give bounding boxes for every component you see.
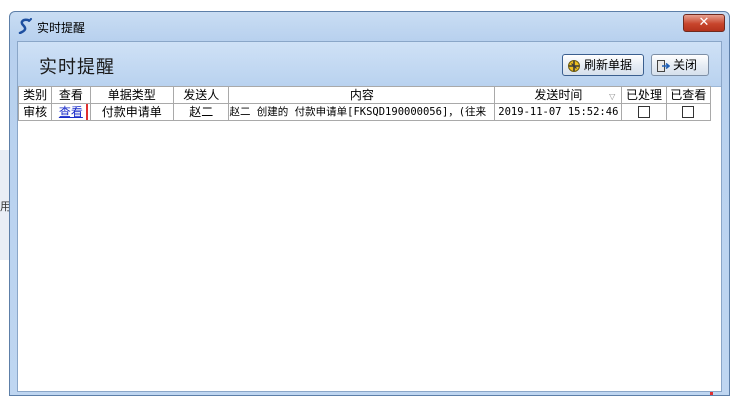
cell-time: 2019-11-07 15:52:46 xyxy=(494,103,623,121)
title-bar[interactable]: 实时提醒 ✕ xyxy=(10,12,729,40)
cell-sender: 赵二 xyxy=(173,103,230,121)
column-header-doc-type[interactable]: 单据类型 xyxy=(89,86,175,104)
column-header-viewed[interactable]: 已查看 xyxy=(665,86,712,104)
column-header-processed[interactable]: 已处理 xyxy=(621,86,667,104)
cell-doc-type: 付款申请单 xyxy=(89,103,175,121)
window-title: 实时提醒 xyxy=(37,21,86,35)
app-s-icon xyxy=(18,18,32,34)
marker-dot xyxy=(710,392,713,395)
refresh-button[interactable]: 刷新单据 xyxy=(562,54,644,76)
close-button-label: 关闭 xyxy=(673,58,698,72)
page-title: 实时提醒 xyxy=(39,57,115,78)
column-header-content[interactable]: 内容 xyxy=(228,86,496,104)
cell-viewed xyxy=(665,103,712,121)
refresh-button-label: 刷新单据 xyxy=(584,58,633,72)
client-area: 实时提醒 刷新单据 关闭 类别 查看 单据类型 发送人 内容 发送时间 ▽ 已处… xyxy=(17,41,722,392)
cell-category: 审核 xyxy=(17,103,53,121)
column-header-sender[interactable]: 发送人 xyxy=(173,86,230,104)
processed-checkbox[interactable] xyxy=(637,106,650,118)
refresh-icon xyxy=(568,59,580,72)
cell-content: 赵二 创建的 付款申请单[FKSQD190000056]，(往来 xyxy=(228,103,496,121)
cell-processed xyxy=(621,103,667,121)
alert-table: 类别 查看 单据类型 发送人 内容 发送时间 ▽ 已处理 已查看 审核 查看 付… xyxy=(17,86,712,121)
realtime-alert-window: 实时提醒 ✕ 实时提醒 刷新单据 关闭 类别 查看 单据类型 发送人 内容 发送… xyxy=(9,11,730,396)
table-row[interactable]: 审核 查看 付款申请单 赵二 赵二 创建的 付款申请单[FKSQD1900000… xyxy=(17,103,712,121)
alert-table-area: 类别 查看 单据类型 发送人 内容 发送时间 ▽ 已处理 已查看 审核 查看 付… xyxy=(17,86,718,121)
column-header-view[interactable]: 查看 xyxy=(51,86,91,104)
sort-arrow-icon: ▽ xyxy=(609,92,616,101)
header-panel: 实时提醒 刷新单据 关闭 xyxy=(18,42,721,87)
exit-icon xyxy=(657,59,670,72)
column-header-time-label: 发送时间 xyxy=(534,87,583,102)
cell-view: 查看 xyxy=(51,103,91,121)
column-header-category[interactable]: 类别 xyxy=(17,86,53,104)
table-header-row: 类别 查看 单据类型 发送人 内容 发送时间 ▽ 已处理 已查看 xyxy=(17,86,712,104)
window-close-button[interactable]: ✕ xyxy=(683,14,725,32)
column-header-time[interactable]: 发送时间 ▽ xyxy=(494,86,623,104)
viewed-checkbox[interactable] xyxy=(682,106,695,118)
view-link[interactable]: 查看 xyxy=(59,105,83,119)
close-button[interactable]: 关闭 xyxy=(651,54,709,76)
